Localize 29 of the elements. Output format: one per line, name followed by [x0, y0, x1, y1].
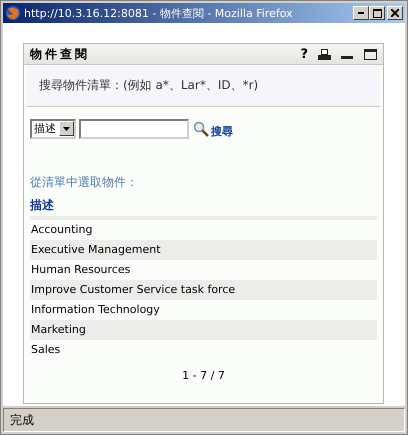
close-icon — [391, 9, 399, 17]
list-prompt: 從清單中選取物件： — [30, 174, 139, 191]
list-item[interactable]: Accounting — [30, 220, 377, 240]
maximize-icon — [372, 8, 382, 18]
list-item[interactable]: Marketing — [30, 320, 377, 340]
search-hint: 搜尋物件清單：(例如 a*、Lar*、ID、*r) — [27, 65, 380, 107]
minimize-button[interactable] — [353, 6, 369, 20]
panel-title: 物件查閱 — [30, 46, 91, 62]
list-item[interactable]: Sales — [30, 340, 377, 360]
window-title: http://10.3.16.12:8081 - 物件查閱 - Mozilla Firefox — [24, 6, 294, 20]
list-item[interactable]: Information Technology — [30, 300, 377, 320]
search-icon[interactable] — [193, 120, 209, 136]
list-item[interactable]: Executive Management — [30, 240, 377, 260]
panel-maximize-icon[interactable] — [364, 48, 377, 60]
status-bar: 完成 — [3, 408, 405, 432]
field-dropdown[interactable]: 描述 — [30, 118, 76, 138]
list-item[interactable]: Human Resources — [30, 260, 377, 280]
pagination-text: 1 - 7 / 7 — [181, 369, 226, 382]
print-icon[interactable] — [318, 48, 331, 60]
list-item[interactable]: Improve Customer Service task force — [30, 280, 377, 300]
caret-icon — [63, 126, 70, 130]
minimize-icon — [358, 12, 364, 14]
help-button[interactable]: ? — [300, 46, 308, 62]
close-button[interactable] — [387, 6, 403, 20]
browser-logo-icon — [5, 5, 21, 21]
column-header[interactable]: 描述 — [30, 197, 377, 220]
search-link[interactable]: 搜尋 — [211, 124, 233, 139]
maximize-button[interactable] — [369, 6, 385, 20]
search-field[interactable] — [79, 118, 189, 138]
